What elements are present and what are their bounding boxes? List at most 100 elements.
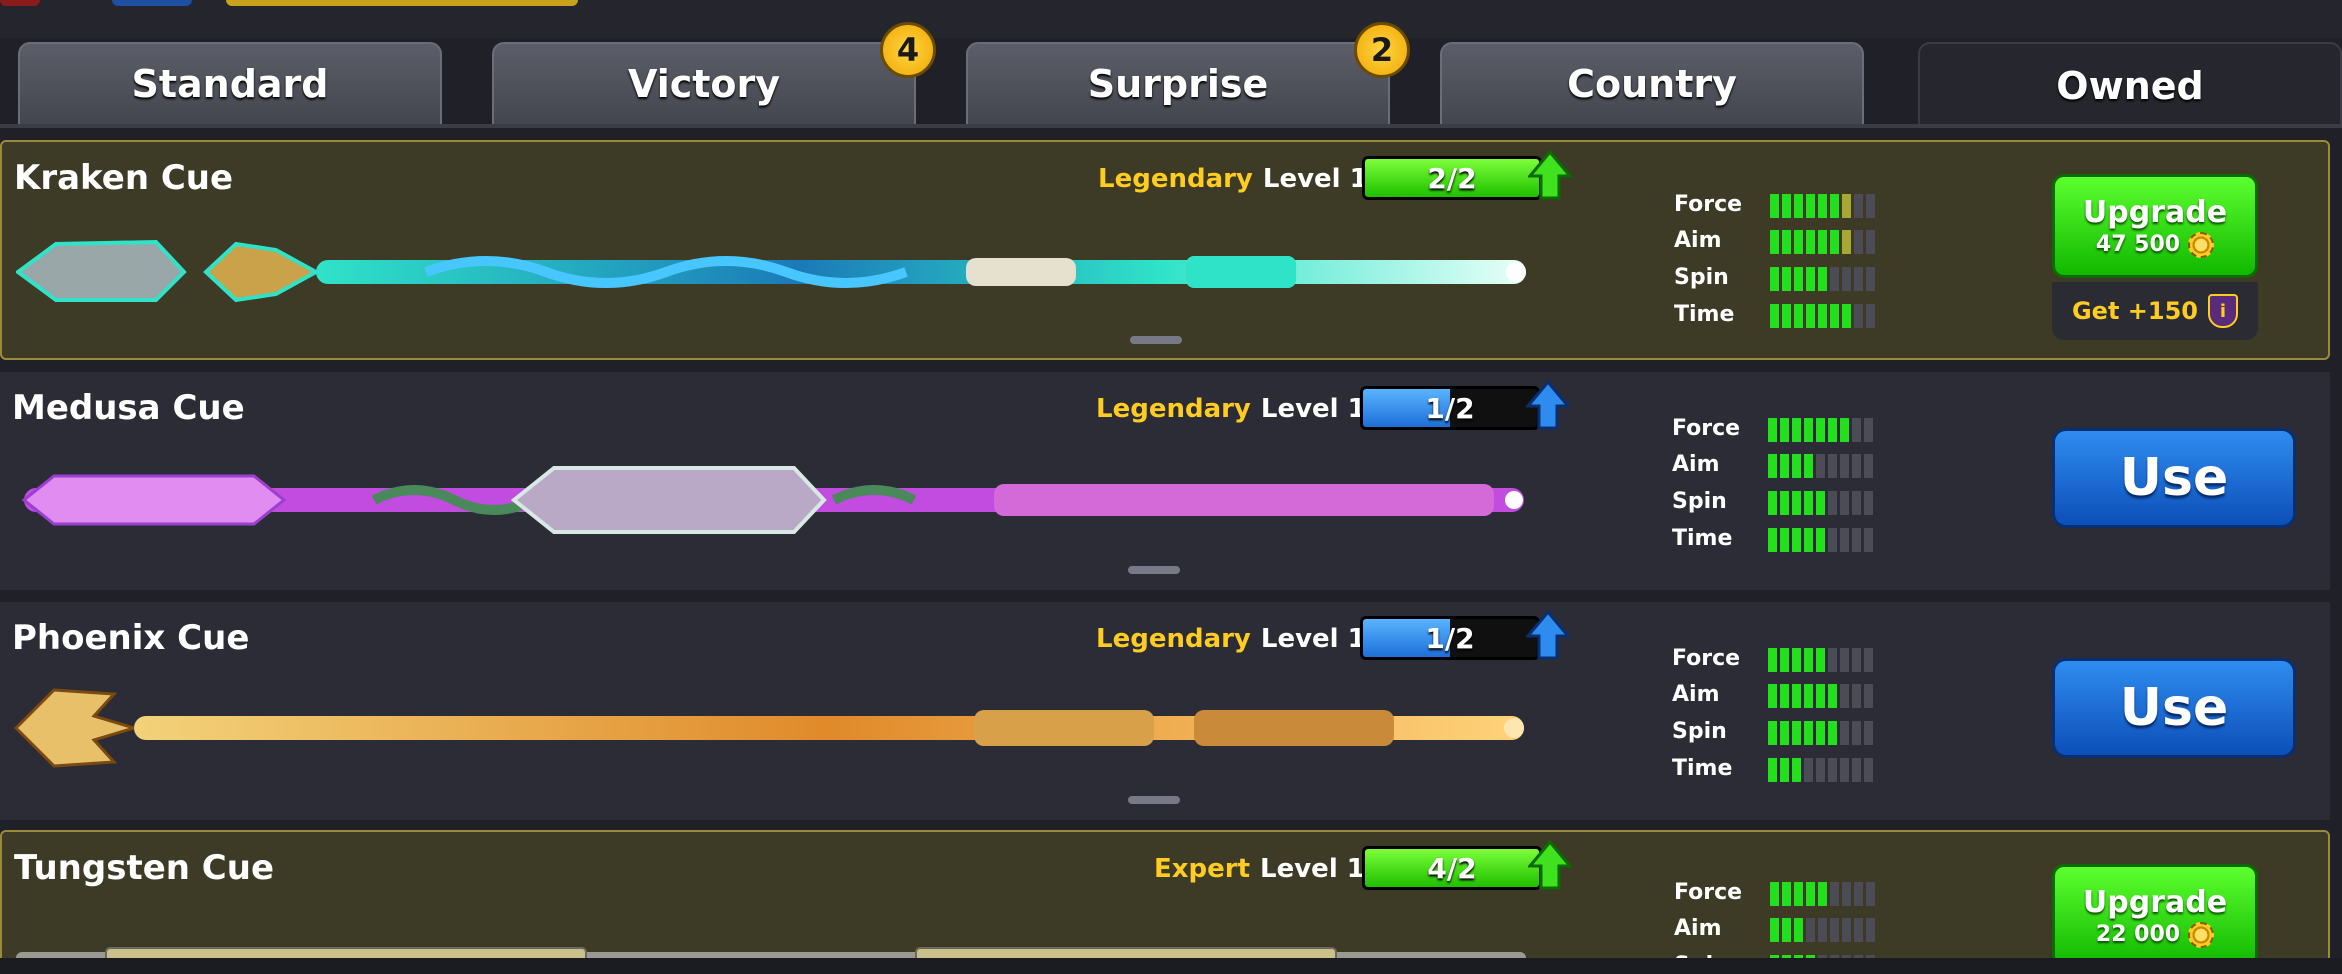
stat-segment — [1840, 758, 1849, 782]
stat-bars — [1768, 528, 1873, 552]
stat-segment — [1842, 267, 1851, 291]
stat-segment — [1828, 721, 1837, 745]
stat-segment — [1816, 528, 1825, 552]
use-button[interactable]: Use — [2052, 428, 2296, 528]
stat-label: Spin — [1672, 719, 1727, 744]
stat-force: Force — [1672, 416, 1912, 444]
tab-country[interactable]: Country — [1440, 42, 1864, 124]
tab-bar: Standard Victory 4 Surprise 2 Country Ow… — [0, 22, 2342, 128]
get-bonus-button[interactable]: Get +150 i — [2052, 282, 2258, 340]
level-progress-bar: 1/2 — [1360, 386, 1540, 430]
top-chip-gold[interactable] — [226, 0, 578, 6]
stat-segment — [1804, 491, 1813, 515]
level-progress-text: 1/2 — [1425, 621, 1475, 655]
tab-standard[interactable]: Standard — [18, 42, 442, 124]
level-progress-bar: 2/2 — [1362, 156, 1542, 200]
stat-segment — [1854, 304, 1863, 328]
level-progress-bar: 1/2 — [1360, 616, 1540, 660]
stat-segment — [1768, 648, 1777, 672]
stat-segment — [1830, 918, 1839, 942]
stat-segment — [1854, 194, 1863, 218]
stat-segment — [1780, 721, 1789, 745]
stat-segment — [1794, 230, 1803, 254]
stat-time: Time — [1672, 756, 1912, 784]
upgrade-button[interactable]: Upgrade 22 000 — [2052, 864, 2258, 968]
stat-spin: Spin — [1672, 489, 1912, 517]
tab-owned[interactable]: Owned — [1918, 42, 2342, 128]
stat-bars — [1770, 194, 1875, 218]
stat-segment — [1816, 418, 1825, 442]
stat-segment — [1770, 230, 1779, 254]
stat-label: Time — [1674, 302, 1735, 327]
stat-segment — [1782, 230, 1791, 254]
stat-segment — [1828, 491, 1837, 515]
stat-segment — [1768, 454, 1777, 478]
stat-bars — [1768, 721, 1873, 745]
top-chip-blue[interactable] — [112, 0, 192, 6]
stat-segment — [1792, 648, 1801, 672]
stat-segment — [1840, 721, 1849, 745]
stat-segment — [1816, 491, 1825, 515]
notification-badge: 4 — [880, 22, 936, 78]
price-value: 47 500 — [2095, 232, 2181, 257]
drag-handle[interactable] — [1128, 796, 1180, 804]
cue-name: Phoenix Cue — [12, 618, 250, 658]
stat-segment — [1828, 648, 1837, 672]
stat-segment — [1818, 194, 1827, 218]
stat-segment — [1806, 304, 1815, 328]
stat-segment — [1866, 304, 1875, 328]
cue-rarity-level: Expert Level 1 — [1154, 854, 1365, 884]
stat-segment — [1794, 304, 1803, 328]
stat-segment — [1866, 267, 1875, 291]
top-chip-red[interactable] — [0, 0, 40, 6]
stat-segment — [1782, 918, 1791, 942]
stat-segment — [1864, 491, 1873, 515]
upgrade-button-label: Upgrade — [2082, 194, 2228, 230]
stat-label: Force — [1674, 192, 1743, 217]
tab-victory[interactable]: Victory 4 — [492, 22, 936, 124]
stat-bars — [1768, 418, 1873, 442]
drag-handle[interactable] — [1128, 566, 1180, 574]
cue-name: Kraken Cue — [14, 158, 234, 198]
stat-segment — [1816, 721, 1825, 745]
stat-bars — [1768, 491, 1873, 515]
level-progress-text: 4/2 — [1427, 851, 1477, 885]
stat-spin: Spin — [1674, 265, 1914, 293]
tab-label: Victory — [627, 62, 781, 106]
stat-segment — [1768, 721, 1777, 745]
rarity-label: Legendary — [1098, 164, 1253, 194]
cue-rarity-level: Legendary Level 1 — [1098, 164, 1368, 194]
stat-segment — [1806, 918, 1815, 942]
stat-label: Force — [1672, 646, 1741, 671]
stat-time: Time — [1674, 302, 1914, 330]
stat-bars — [1770, 882, 1875, 906]
tab-underline — [0, 124, 2342, 128]
tab-label: Surprise — [1087, 62, 1269, 106]
stat-segment — [1830, 267, 1839, 291]
level-label: Level 1 — [1260, 394, 1366, 424]
stat-segment — [1852, 648, 1861, 672]
stat-segment — [1780, 684, 1789, 708]
stat-segment — [1864, 684, 1873, 708]
tab-surprise[interactable]: Surprise 2 — [966, 22, 1410, 124]
cue-row-phoenix[interactable]: Phoenix Cue Legendary Level 1 1/2 Force A… — [0, 602, 2330, 820]
use-button[interactable]: Use — [2052, 658, 2296, 758]
stat-label: Aim — [1674, 228, 1722, 253]
stat-label: Aim — [1672, 452, 1720, 477]
cue-row-kraken[interactable]: Kraken Cue Legendary Level 1 2/2 Force Ai… — [0, 140, 2330, 360]
level-up-arrow-icon — [1526, 380, 1570, 430]
stat-segment — [1780, 528, 1789, 552]
upgrade-button[interactable]: Upgrade 47 500 — [2052, 174, 2258, 278]
stat-segment — [1830, 194, 1839, 218]
drag-handle[interactable] — [1130, 336, 1182, 344]
stat-segment — [1804, 684, 1813, 708]
shield-info-icon: i — [2208, 294, 2238, 328]
stat-segment — [1864, 721, 1873, 745]
cue-row-tungsten[interactable]: Tungsten Cue Expert Level 1 4/2 Force Aim… — [0, 830, 2330, 974]
stat-segment — [1780, 758, 1789, 782]
stat-segment — [1770, 918, 1779, 942]
cue-rarity-level: Legendary Level 1 — [1096, 394, 1366, 424]
stat-segment — [1794, 918, 1803, 942]
cue-row-medusa[interactable]: Medusa Cue Legendary Level 1 1/2 Force Ai… — [0, 372, 2330, 590]
top-strip — [0, 0, 2342, 38]
